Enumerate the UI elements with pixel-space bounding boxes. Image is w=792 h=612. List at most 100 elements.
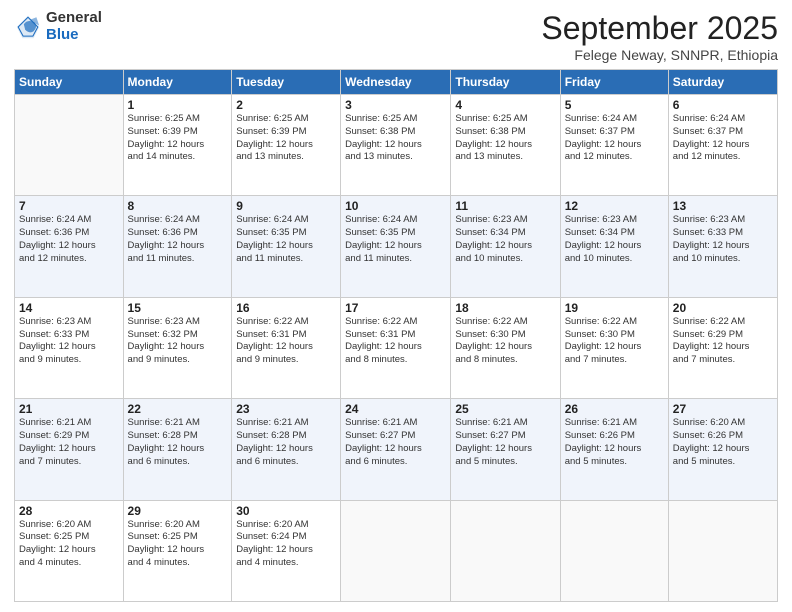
table-row: 1Sunrise: 6:25 AMSunset: 6:39 PMDaylight… <box>123 95 232 196</box>
day-info: Sunrise: 6:23 AMSunset: 6:33 PMDaylight:… <box>19 316 119 367</box>
page-container: General Blue September 2025 Felege Neway… <box>0 0 792 612</box>
day-info: Sunrise: 6:21 AMSunset: 6:28 PMDaylight:… <box>128 417 228 468</box>
day-number: 18 <box>455 301 555 315</box>
table-row: 20Sunrise: 6:22 AMSunset: 6:29 PMDayligh… <box>668 297 777 398</box>
header-saturday: Saturday <box>668 70 777 95</box>
day-info: Sunrise: 6:24 AMSunset: 6:36 PMDaylight:… <box>128 214 228 265</box>
day-number: 7 <box>19 199 119 213</box>
calendar-week-row: 28 Sunrise: 6:20 AMSunset: 6:25 PMDayligh… <box>15 500 778 601</box>
table-row <box>668 500 777 601</box>
table-row: 8Sunrise: 6:24 AMSunset: 6:36 PMDaylight… <box>123 196 232 297</box>
table-row: 13Sunrise: 6:23 AMSunset: 6:33 PMDayligh… <box>668 196 777 297</box>
table-row <box>341 500 451 601</box>
table-row: 16Sunrise: 6:22 AMSunset: 6:31 PMDayligh… <box>232 297 341 398</box>
table-row: 30Sunrise: 6:20 AMSunset: 6:24 PMDayligh… <box>232 500 341 601</box>
table-row: 15Sunrise: 6:23 AMSunset: 6:32 PMDayligh… <box>123 297 232 398</box>
day-info: Sunrise: 6:22 AMSunset: 6:31 PMDaylight:… <box>345 316 446 367</box>
table-row: 7Sunrise: 6:24 AMSunset: 6:36 PMDaylight… <box>15 196 124 297</box>
day-info: Sunrise: 6:24 AMSunset: 6:37 PMDaylight:… <box>565 113 664 164</box>
day-number: 22 <box>128 402 228 416</box>
table-row <box>15 95 124 196</box>
day-info: Sunrise: 6:23 AMSunset: 6:34 PMDaylight:… <box>565 214 664 265</box>
table-row: 4Sunrise: 6:25 AMSunset: 6:38 PMDaylight… <box>451 95 560 196</box>
day-number: 13 <box>673 199 773 213</box>
table-row: 21Sunrise: 6:21 AMSunset: 6:29 PMDayligh… <box>15 399 124 500</box>
logo-general-text: General <box>46 10 102 27</box>
header-thursday: Thursday <box>451 70 560 95</box>
day-info: Sunrise: 6:25 AMSunset: 6:38 PMDaylight:… <box>455 113 555 164</box>
day-info: Sunrise: 6:23 AMSunset: 6:34 PMDaylight:… <box>455 214 555 265</box>
calendar-table: Sunday Monday Tuesday Wednesday Thursday… <box>14 69 778 602</box>
table-row: 11Sunrise: 6:23 AMSunset: 6:34 PMDayligh… <box>451 196 560 297</box>
day-number: 20 <box>673 301 773 315</box>
day-info: Sunrise: 6:22 AMSunset: 6:30 PMDaylight:… <box>455 316 555 367</box>
table-row: 6Sunrise: 6:24 AMSunset: 6:37 PMDaylight… <box>668 95 777 196</box>
table-row: 27Sunrise: 6:20 AMSunset: 6:26 PMDayligh… <box>668 399 777 500</box>
day-info: Sunrise: 6:24 AMSunset: 6:35 PMDaylight:… <box>345 214 446 265</box>
day-info: Sunrise: 6:23 AMSunset: 6:32 PMDaylight:… <box>128 316 228 367</box>
table-row: 29Sunrise: 6:20 AMSunset: 6:25 PMDayligh… <box>123 500 232 601</box>
day-number: 6 <box>673 98 773 112</box>
table-row: 10Sunrise: 6:24 AMSunset: 6:35 PMDayligh… <box>341 196 451 297</box>
location-subtitle: Felege Neway, SNNPR, Ethiopia <box>541 47 778 63</box>
table-row: 12Sunrise: 6:23 AMSunset: 6:34 PMDayligh… <box>560 196 668 297</box>
logo: General Blue <box>14 10 102 43</box>
day-number: 12 <box>565 199 664 213</box>
day-number: 28 <box>19 504 119 518</box>
day-info: Sunrise: 6:21 AMSunset: 6:27 PMDaylight:… <box>455 417 555 468</box>
table-row: 17Sunrise: 6:22 AMSunset: 6:31 PMDayligh… <box>341 297 451 398</box>
day-number: 4 <box>455 98 555 112</box>
table-row: 19Sunrise: 6:22 AMSunset: 6:30 PMDayligh… <box>560 297 668 398</box>
day-number: 23 <box>236 402 336 416</box>
day-info: Sunrise: 6:21 AMSunset: 6:27 PMDaylight:… <box>345 417 446 468</box>
day-info: Sunrise: 6:22 AMSunset: 6:31 PMDaylight:… <box>236 316 336 367</box>
day-number: 25 <box>455 402 555 416</box>
day-info: Sunrise: 6:25 AMSunset: 6:39 PMDaylight:… <box>128 113 228 164</box>
day-info: Sunrise: 6:25 AMSunset: 6:39 PMDaylight:… <box>236 113 336 164</box>
day-number: 8 <box>128 199 228 213</box>
day-number: 14 <box>19 301 119 315</box>
day-number: 21 <box>19 402 119 416</box>
day-number: 27 <box>673 402 773 416</box>
day-number: 17 <box>345 301 446 315</box>
day-info: Sunrise: 6:21 AMSunset: 6:26 PMDaylight:… <box>565 417 664 468</box>
day-number: 29 <box>128 504 228 518</box>
day-number: 19 <box>565 301 664 315</box>
day-info: Sunrise: 6:25 AMSunset: 6:38 PMDaylight:… <box>345 113 446 164</box>
day-number: 9 <box>236 199 336 213</box>
logo-blue-text: Blue <box>46 27 102 44</box>
calendar-week-row: 14Sunrise: 6:23 AMSunset: 6:33 PMDayligh… <box>15 297 778 398</box>
header-friday: Friday <box>560 70 668 95</box>
calendar-header-row: Sunday Monday Tuesday Wednesday Thursday… <box>15 70 778 95</box>
page-header: General Blue September 2025 Felege Neway… <box>14 10 778 63</box>
table-row: 23Sunrise: 6:21 AMSunset: 6:28 PMDayligh… <box>232 399 341 500</box>
day-number: 3 <box>345 98 446 112</box>
month-title: September 2025 <box>541 10 778 47</box>
day-info: Sunrise: 6:24 AMSunset: 6:36 PMDaylight:… <box>19 214 119 265</box>
day-number: 30 <box>236 504 336 518</box>
day-info: Sunrise: 6:20 AMSunset: 6:24 PMDaylight:… <box>236 519 336 570</box>
day-info: Sunrise: 6:20 AMSunset: 6:25 PMDaylight:… <box>128 519 228 570</box>
table-row <box>451 500 560 601</box>
header-sunday: Sunday <box>15 70 124 95</box>
table-row: 22Sunrise: 6:21 AMSunset: 6:28 PMDayligh… <box>123 399 232 500</box>
table-row: 5Sunrise: 6:24 AMSunset: 6:37 PMDaylight… <box>560 95 668 196</box>
day-info: Sunrise: 6:21 AMSunset: 6:28 PMDaylight:… <box>236 417 336 468</box>
day-number: 11 <box>455 199 555 213</box>
day-number: 2 <box>236 98 336 112</box>
table-row: 2Sunrise: 6:25 AMSunset: 6:39 PMDaylight… <box>232 95 341 196</box>
day-number: 1 <box>128 98 228 112</box>
table-row <box>560 500 668 601</box>
day-info: Sunrise: 6:24 AMSunset: 6:35 PMDaylight:… <box>236 214 336 265</box>
day-info: Sunrise: 6:21 AMSunset: 6:29 PMDaylight:… <box>19 417 119 468</box>
day-info: Sunrise: 6:22 AMSunset: 6:30 PMDaylight:… <box>565 316 664 367</box>
header-tuesday: Tuesday <box>232 70 341 95</box>
calendar-week-row: 1Sunrise: 6:25 AMSunset: 6:39 PMDaylight… <box>15 95 778 196</box>
table-row: 24Sunrise: 6:21 AMSunset: 6:27 PMDayligh… <box>341 399 451 500</box>
day-number: 24 <box>345 402 446 416</box>
table-row: 14Sunrise: 6:23 AMSunset: 6:33 PMDayligh… <box>15 297 124 398</box>
day-number: 10 <box>345 199 446 213</box>
logo-icon <box>14 13 42 41</box>
table-row: 28Sunrise: 6:20 AMSunset: 6:25 PMDayligh… <box>15 500 124 601</box>
header-monday: Monday <box>123 70 232 95</box>
